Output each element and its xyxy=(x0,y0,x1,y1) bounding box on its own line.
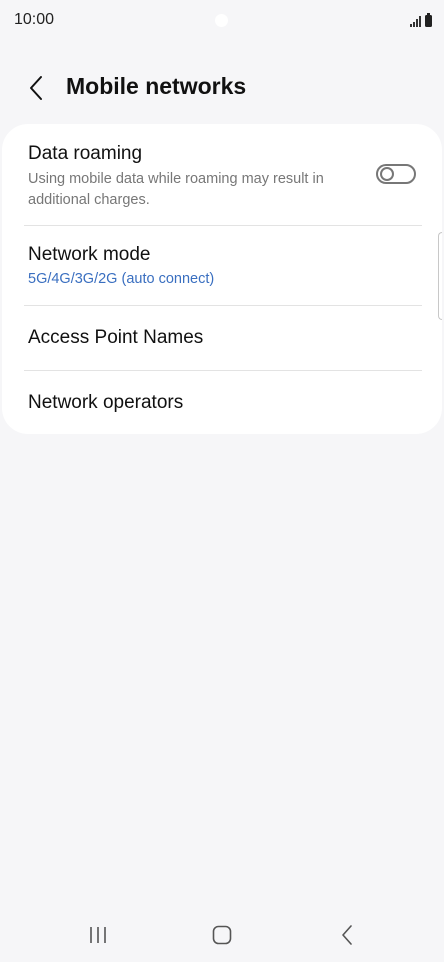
network-mode-title: Network mode xyxy=(28,244,151,265)
recents-button[interactable] xyxy=(78,920,118,950)
status-time: 10:00 xyxy=(14,11,55,28)
network-operators-title: Network operators xyxy=(28,392,184,413)
status-bar: 10:00 xyxy=(0,0,444,42)
back-icon xyxy=(342,925,352,945)
data-roaming-subtitle: Using mobile data while roaming may resu… xyxy=(28,171,324,208)
nav-back-button[interactable] xyxy=(327,920,367,950)
settings-card: Data roaming Using mobile data while roa… xyxy=(2,124,442,434)
access-point-names-row[interactable]: Access Point Names xyxy=(2,306,442,370)
page-title: Mobile networks xyxy=(66,73,247,99)
toggle-knob xyxy=(380,167,394,181)
home-icon xyxy=(212,925,232,945)
access-point-names-title: Access Point Names xyxy=(28,327,204,348)
network-mode-value: 5G/4G/3G/2G (auto connect) xyxy=(28,271,215,287)
data-roaming-toggle[interactable] xyxy=(376,164,416,184)
header: Mobile networks xyxy=(0,60,444,116)
chevron-left-icon xyxy=(30,76,42,100)
navigation-bar xyxy=(0,910,444,962)
scroll-indicator[interactable] xyxy=(438,232,442,320)
data-roaming-title: Data roaming xyxy=(28,143,143,164)
home-button[interactable] xyxy=(202,920,242,950)
network-operators-row[interactable]: Network operators xyxy=(2,371,442,434)
network-mode-row[interactable]: Network mode 5G/4G/3G/2G (auto connect) xyxy=(2,226,442,306)
recents-icon xyxy=(90,927,106,943)
back-button[interactable] xyxy=(18,70,54,106)
battery-icon xyxy=(425,13,432,27)
data-roaming-row[interactable]: Data roaming Using mobile data while roa… xyxy=(2,124,442,224)
signal-icon xyxy=(410,15,421,27)
camera-cutout xyxy=(215,14,228,27)
status-icons xyxy=(410,13,432,27)
